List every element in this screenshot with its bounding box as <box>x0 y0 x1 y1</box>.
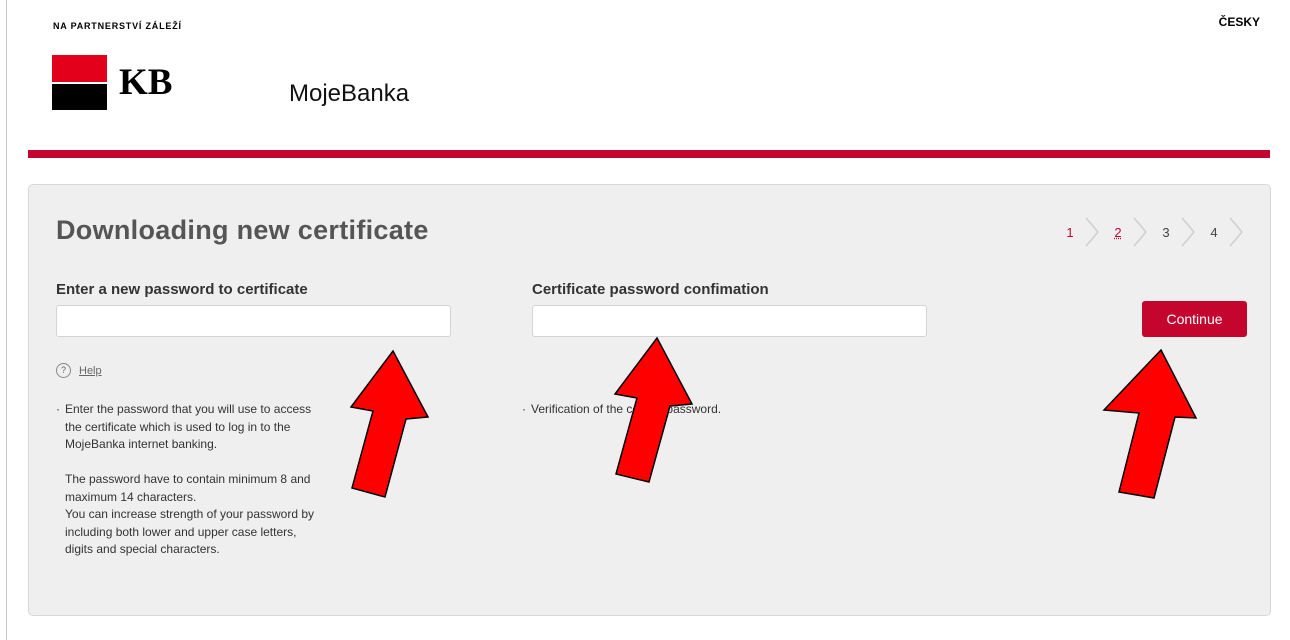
page-frame-edge <box>6 0 7 640</box>
confirm-password-label: Certificate password confimation <box>532 281 769 298</box>
step-2: 2 <box>1108 217 1156 247</box>
step-1: 1 <box>1060 217 1108 247</box>
logo-red-block <box>52 55 107 83</box>
new-password-input[interactable] <box>56 305 451 337</box>
page-title: Downloading new certificate <box>56 215 429 245</box>
brand-tagline: NA PARTNERSTVÍ ZÁLEŽÍ <box>53 21 182 31</box>
logo-divider <box>52 82 107 84</box>
step-number: 4 <box>1210 224 1218 240</box>
step-number: 2 <box>1114 224 1122 240</box>
annotation-arrow-continue <box>1102 348 1198 499</box>
chevron-right-icon <box>1085 217 1099 247</box>
chevron-right-icon <box>1229 217 1243 247</box>
help-link-group[interactable]: ? Help <box>56 363 102 378</box>
continue-button[interactable]: Continue <box>1142 301 1247 337</box>
logo-black-block <box>52 83 107 110</box>
help-link[interactable]: Help <box>79 365 102 377</box>
logo-wordmark: KB <box>119 62 173 103</box>
step-number: 1 <box>1066 224 1074 240</box>
language-switch[interactable]: ČESKY <box>1219 15 1260 29</box>
kb-logo[interactable]: KB <box>52 55 217 110</box>
step-4: 4 <box>1204 217 1252 247</box>
password-help-text: · Enter the password that you will use t… <box>56 401 376 559</box>
chevron-right-icon <box>1181 217 1195 247</box>
step-indicator: 1 2 3 4 <box>1060 217 1252 247</box>
annotation-arrow-confirm-password <box>613 336 694 483</box>
new-password-label: Enter a new password to certificate <box>56 281 308 298</box>
confirm-password-input[interactable] <box>532 305 927 337</box>
app-name: MojeBanka <box>289 80 410 107</box>
step-number: 3 <box>1162 224 1170 240</box>
header-accent-bar <box>28 150 1270 158</box>
annotation-arrow-new-password <box>349 349 430 498</box>
question-circle-icon: ? <box>56 363 71 378</box>
step-3: 3 <box>1156 217 1204 247</box>
chevron-right-icon <box>1133 217 1147 247</box>
